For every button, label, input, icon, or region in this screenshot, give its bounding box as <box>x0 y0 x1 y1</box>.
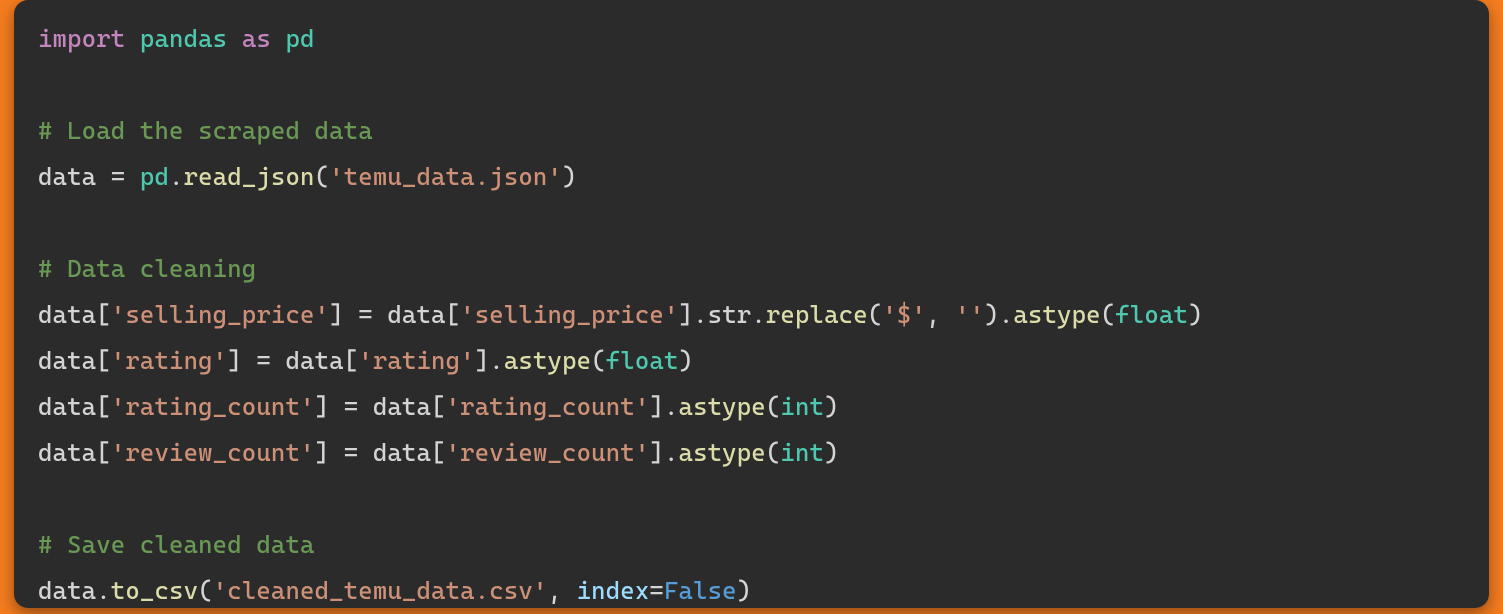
type-float: float <box>606 346 679 375</box>
const-false: False <box>664 576 737 605</box>
fn-replace: replace <box>766 300 868 329</box>
comment-clean: # Data cleaning <box>38 254 256 283</box>
key-rating: 'rating' <box>111 346 227 375</box>
dot: . <box>169 162 184 191</box>
comment-save: # Save cleaned data <box>38 530 315 559</box>
fn-astype: astype <box>679 392 766 421</box>
code-block: import pandas as pd # Load the scraped d… <box>14 0 1489 608</box>
keyword-import: import <box>38 24 125 53</box>
key-review-count: 'review_count' <box>111 438 315 467</box>
type-float: float <box>1115 300 1188 329</box>
module-pandas: pandas <box>140 24 227 53</box>
var-data: data <box>38 346 96 375</box>
str-cleaned-csv: 'cleaned_temu_data.csv' <box>213 576 548 605</box>
var-data: data <box>38 162 96 191</box>
fn-to-csv: to_csv <box>111 576 198 605</box>
var-data: data <box>38 300 96 329</box>
var-data: data <box>38 392 96 421</box>
str-dollar: '$' <box>882 300 926 329</box>
alias-pd: pd <box>286 24 315 53</box>
attr-str: str <box>708 300 752 329</box>
str-empty: '' <box>955 300 984 329</box>
key-rating-count: 'rating_count' <box>111 392 315 421</box>
fn-astype: astype <box>504 346 591 375</box>
fn-read-json: read_json <box>184 162 315 191</box>
var-data: data <box>38 576 96 605</box>
type-int: int <box>780 392 824 421</box>
op-eq: = <box>96 162 140 191</box>
type-int: int <box>780 438 824 467</box>
comment-load: # Load the scraped data <box>38 116 373 145</box>
key-selling-price: 'selling_price' <box>111 300 329 329</box>
paren-close: ) <box>562 162 577 191</box>
code-content: import pandas as pd # Load the scraped d… <box>38 16 1489 614</box>
fn-astype: astype <box>679 438 766 467</box>
var-data: data <box>38 438 96 467</box>
kwarg-index: index <box>577 576 650 605</box>
keyword-as: as <box>242 24 271 53</box>
str-temu-json: 'temu_data.json' <box>329 162 562 191</box>
mod-pd: pd <box>140 162 169 191</box>
fn-astype: astype <box>1013 300 1100 329</box>
paren-open: ( <box>315 162 330 191</box>
